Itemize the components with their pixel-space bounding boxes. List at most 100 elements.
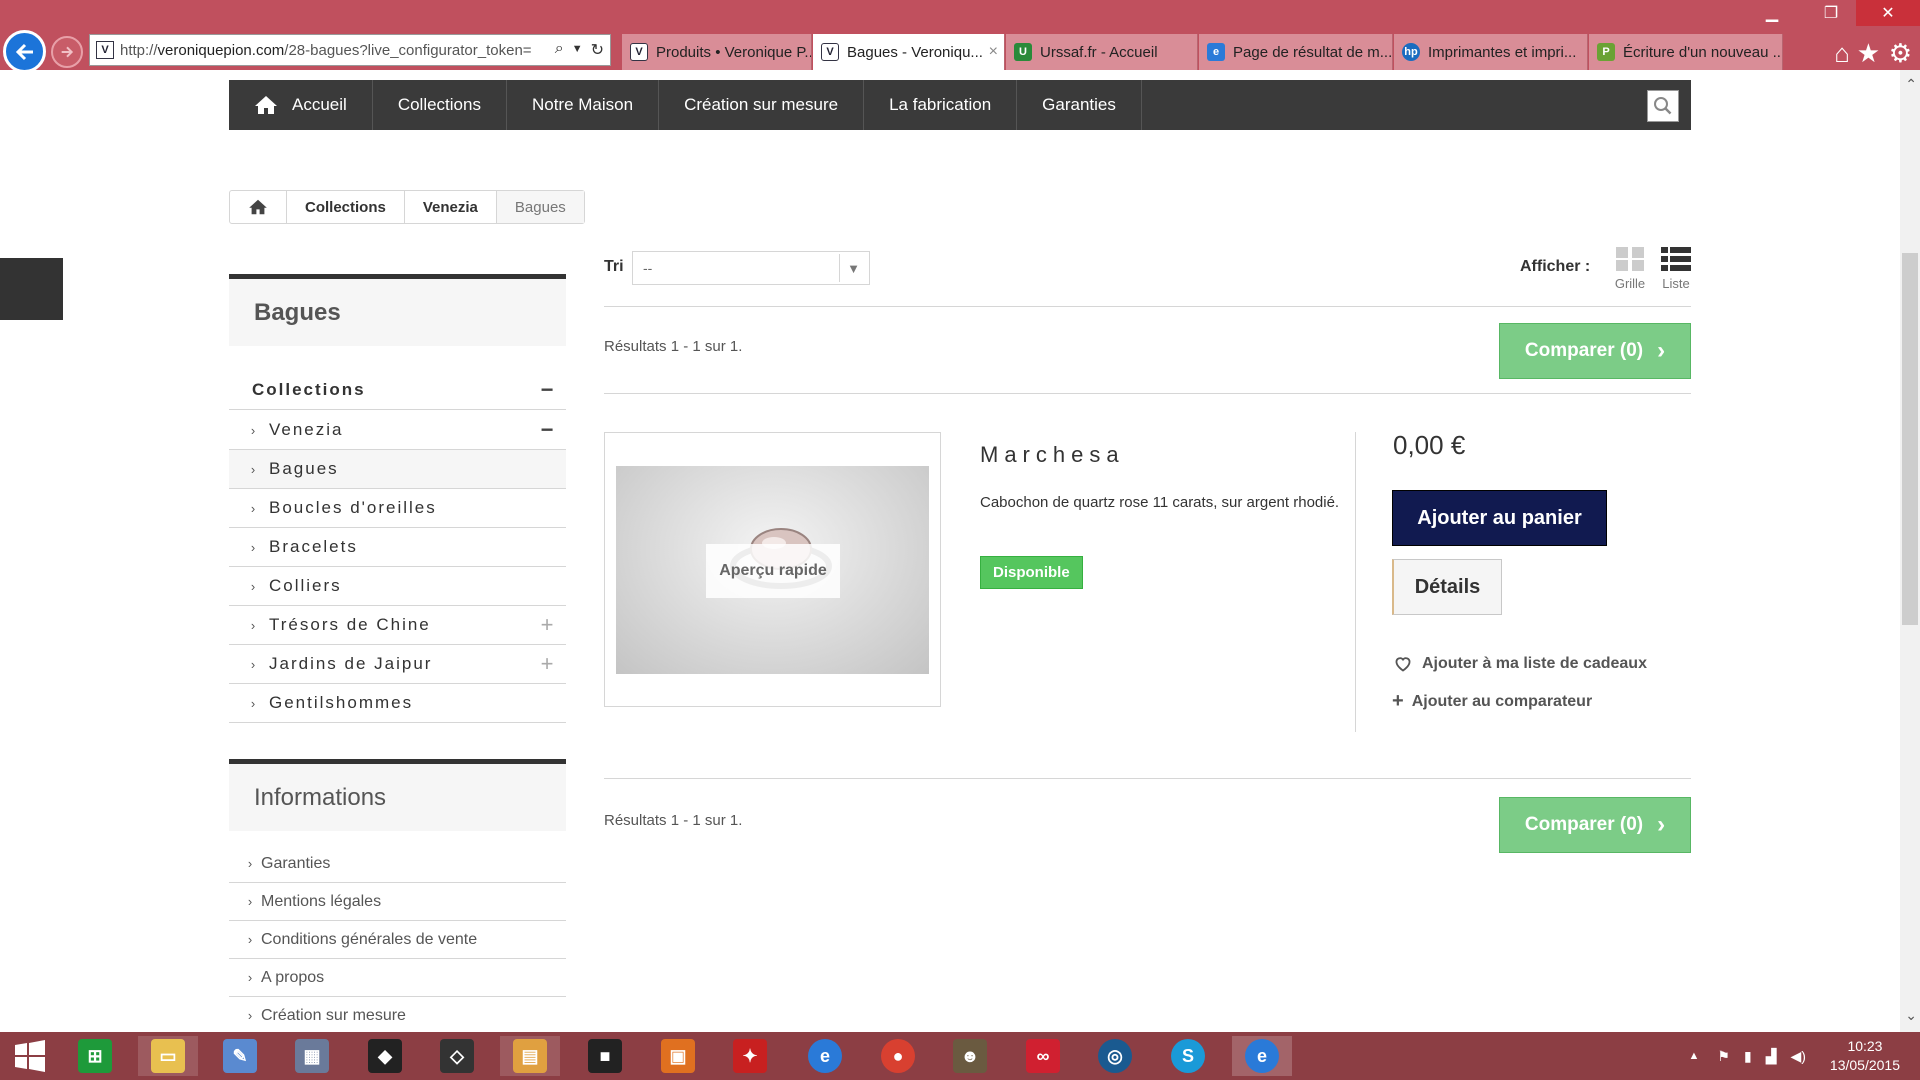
app-icon[interactable]: ◆ xyxy=(355,1036,415,1076)
nav-item-notre-maison[interactable]: Notre Maison xyxy=(507,80,660,130)
close-window-button[interactable]: ✕ xyxy=(1856,0,1920,26)
home-icon[interactable]: ⌂ xyxy=(1834,38,1850,69)
tab-bagues[interactable]: V Bagues - Veroniqu... × xyxy=(813,34,1005,70)
paint-app-icon[interactable]: ✎ xyxy=(210,1036,270,1076)
gimp-icon[interactable]: ☻ xyxy=(940,1036,1000,1076)
tab-produits[interactable]: V Produits • Veronique P... xyxy=(622,34,812,70)
product-name[interactable]: Marchesa xyxy=(980,442,1125,468)
back-button[interactable] xyxy=(3,30,46,73)
side-panel-tab[interactable] xyxy=(0,258,63,320)
battery-icon[interactable]: ▮ xyxy=(1744,1048,1752,1065)
store-app-icon[interactable]: ⊞ xyxy=(65,1036,125,1076)
app-icon[interactable]: ◎ xyxy=(1085,1036,1145,1076)
dropdown-icon[interactable]: ▼ xyxy=(572,40,583,60)
clock[interactable]: 10:23 13/05/2015 xyxy=(1830,1037,1900,1075)
breadcrumb-collections[interactable]: Collections xyxy=(287,191,405,223)
refresh-icon[interactable]: ↻ xyxy=(591,40,604,60)
info-link-label: Création sur mesure xyxy=(261,1006,406,1024)
breadcrumb-home[interactable] xyxy=(230,191,287,223)
volume-icon[interactable]: ◀) xyxy=(1790,1048,1805,1065)
info-link-label: Garanties xyxy=(261,854,331,872)
flag-icon[interactable]: ⚑ xyxy=(1717,1048,1730,1065)
tray-expand-icon[interactable]: ▲ xyxy=(1689,1050,1700,1062)
info-link-a-propos[interactable]: › A propos xyxy=(229,959,566,997)
network-icon[interactable]: ▟ xyxy=(1766,1048,1777,1065)
nav-item-collections[interactable]: Collections xyxy=(373,80,507,130)
collapse-icon[interactable]: − xyxy=(538,417,558,443)
photo-app-icon[interactable]: ▤ xyxy=(500,1036,560,1076)
maximize-button[interactable]: ❐ xyxy=(1806,0,1856,26)
grid-view-button[interactable]: Grille xyxy=(1610,246,1650,291)
calculator-icon[interactable]: ▦ xyxy=(282,1036,342,1076)
sort-label: Tri xyxy=(604,258,624,275)
category-colliers[interactable]: › Colliers xyxy=(229,567,566,606)
info-link-cgv[interactable]: › Conditions générales de vente xyxy=(229,921,566,959)
internet-explorer-icon[interactable]: e xyxy=(795,1036,855,1076)
add-to-compare-link[interactable]: + Ajouter au comparateur xyxy=(1392,690,1592,713)
file-explorer-icon[interactable]: ▭ xyxy=(138,1036,198,1076)
category-bracelets[interactable]: › Bracelets xyxy=(229,528,566,567)
category-tresors-de-chine[interactable]: › Trésors de Chine + xyxy=(229,606,566,645)
skype-icon[interactable]: S xyxy=(1158,1036,1218,1076)
add-to-wishlist-link[interactable]: Ajouter à ma liste de cadeaux xyxy=(1394,655,1647,673)
category-gentilshommes[interactable]: › Gentilshommes xyxy=(229,684,566,723)
browser-chrome: V http://veroniquepion.com/28-bagues?liv… xyxy=(0,0,1920,73)
creative-cloud-icon[interactable]: ∞ xyxy=(1013,1036,1073,1076)
search-button[interactable] xyxy=(1647,90,1679,122)
product-image[interactable]: Aperçu rapide xyxy=(616,466,929,674)
forward-button[interactable] xyxy=(51,36,83,68)
info-link-garanties[interactable]: › Garanties xyxy=(229,845,566,883)
scroll-thumb[interactable] xyxy=(1902,253,1918,625)
tab-imprimantes[interactable]: hp Imprimantes et impri... xyxy=(1394,34,1588,70)
tab-urssaf[interactable]: U Urssaf.fr - Accueil xyxy=(1006,34,1198,70)
tab-resultat[interactable]: e Page de résultat de m... xyxy=(1199,34,1393,70)
compare-button-top[interactable]: Comparer (0) › xyxy=(1499,323,1691,379)
favorites-star-icon[interactable]: ★ xyxy=(1857,38,1880,69)
scroll-up-icon[interactable]: ⌃ xyxy=(1905,76,1917,93)
scroll-down-icon[interactable]: ⌄ xyxy=(1905,1007,1917,1024)
vertical-scrollbar[interactable]: ⌃ ⌄ xyxy=(1900,70,1920,1032)
app-icon[interactable]: ■ xyxy=(575,1036,635,1076)
nav-item-garanties[interactable]: Garanties xyxy=(1017,80,1142,130)
info-link-mentions-legales[interactable]: › Mentions légales xyxy=(229,883,566,921)
app-icon[interactable]: ▣ xyxy=(648,1036,708,1076)
breadcrumb: Collections Venezia Bagues xyxy=(229,190,585,224)
category-venezia[interactable]: › Venezia − xyxy=(229,411,566,450)
breadcrumb-venezia[interactable]: Venezia xyxy=(405,191,497,223)
address-bar[interactable]: V http://veroniquepion.com/28-bagues?liv… xyxy=(89,34,611,66)
nav-item-accueil[interactable]: Accueil xyxy=(229,80,373,130)
sort-select[interactable]: -- ▼ xyxy=(632,251,870,285)
chrome-icon[interactable]: ● xyxy=(868,1036,928,1076)
info-link-creation-sur-mesure[interactable]: › Création sur mesure xyxy=(229,997,566,1032)
search-icon[interactable]: ⌕ xyxy=(555,40,564,60)
nav-item-creation-sur-mesure[interactable]: Création sur mesure xyxy=(659,80,865,130)
category-jardins-de-jaipur[interactable]: › Jardins de Jaipur + xyxy=(229,645,566,684)
product-image-box[interactable]: Aperçu rapide xyxy=(604,432,941,707)
collapse-icon[interactable]: − xyxy=(538,377,558,403)
expand-icon[interactable]: + xyxy=(538,651,558,677)
compare-button-bottom[interactable]: Comparer (0) › xyxy=(1499,797,1691,853)
add-to-cart-button[interactable]: Ajouter au panier xyxy=(1392,490,1607,546)
list-view-button[interactable]: Liste xyxy=(1656,246,1696,291)
list-view-label: Liste xyxy=(1662,276,1690,291)
divider xyxy=(604,778,1691,779)
minimize-button[interactable]: ▁ xyxy=(1752,0,1792,26)
app-icon[interactable]: ◇ xyxy=(427,1036,487,1076)
category-boucles-oreilles[interactable]: › Boucles d'oreilles xyxy=(229,489,566,528)
close-icon[interactable]: × xyxy=(989,43,998,61)
category-bagues[interactable]: › Bagues xyxy=(229,450,566,489)
ie-favicon-icon: e xyxy=(1207,43,1225,61)
category-collections[interactable]: Collections − xyxy=(229,371,566,410)
compare-label: Comparer (0) xyxy=(1524,340,1644,361)
address-url[interactable]: http://veroniquepion.com/28-bagues?live_… xyxy=(120,42,549,59)
expand-icon[interactable]: + xyxy=(538,612,558,638)
app-icon[interactable]: ✦ xyxy=(720,1036,780,1076)
tab-ecriture[interactable]: P Écriture d'un nouveau ... xyxy=(1589,34,1783,70)
details-button[interactable]: Détails xyxy=(1392,559,1502,615)
start-button[interactable] xyxy=(0,1036,60,1076)
settings-gear-icon[interactable]: ⚙ xyxy=(1889,38,1912,69)
quick-view-button[interactable]: Aperçu rapide xyxy=(706,544,840,598)
nav-item-la-fabrication[interactable]: La fabrication xyxy=(864,80,1018,130)
internet-explorer-active-icon[interactable]: e xyxy=(1232,1036,1292,1076)
display-label: Afficher : xyxy=(1520,258,1591,275)
